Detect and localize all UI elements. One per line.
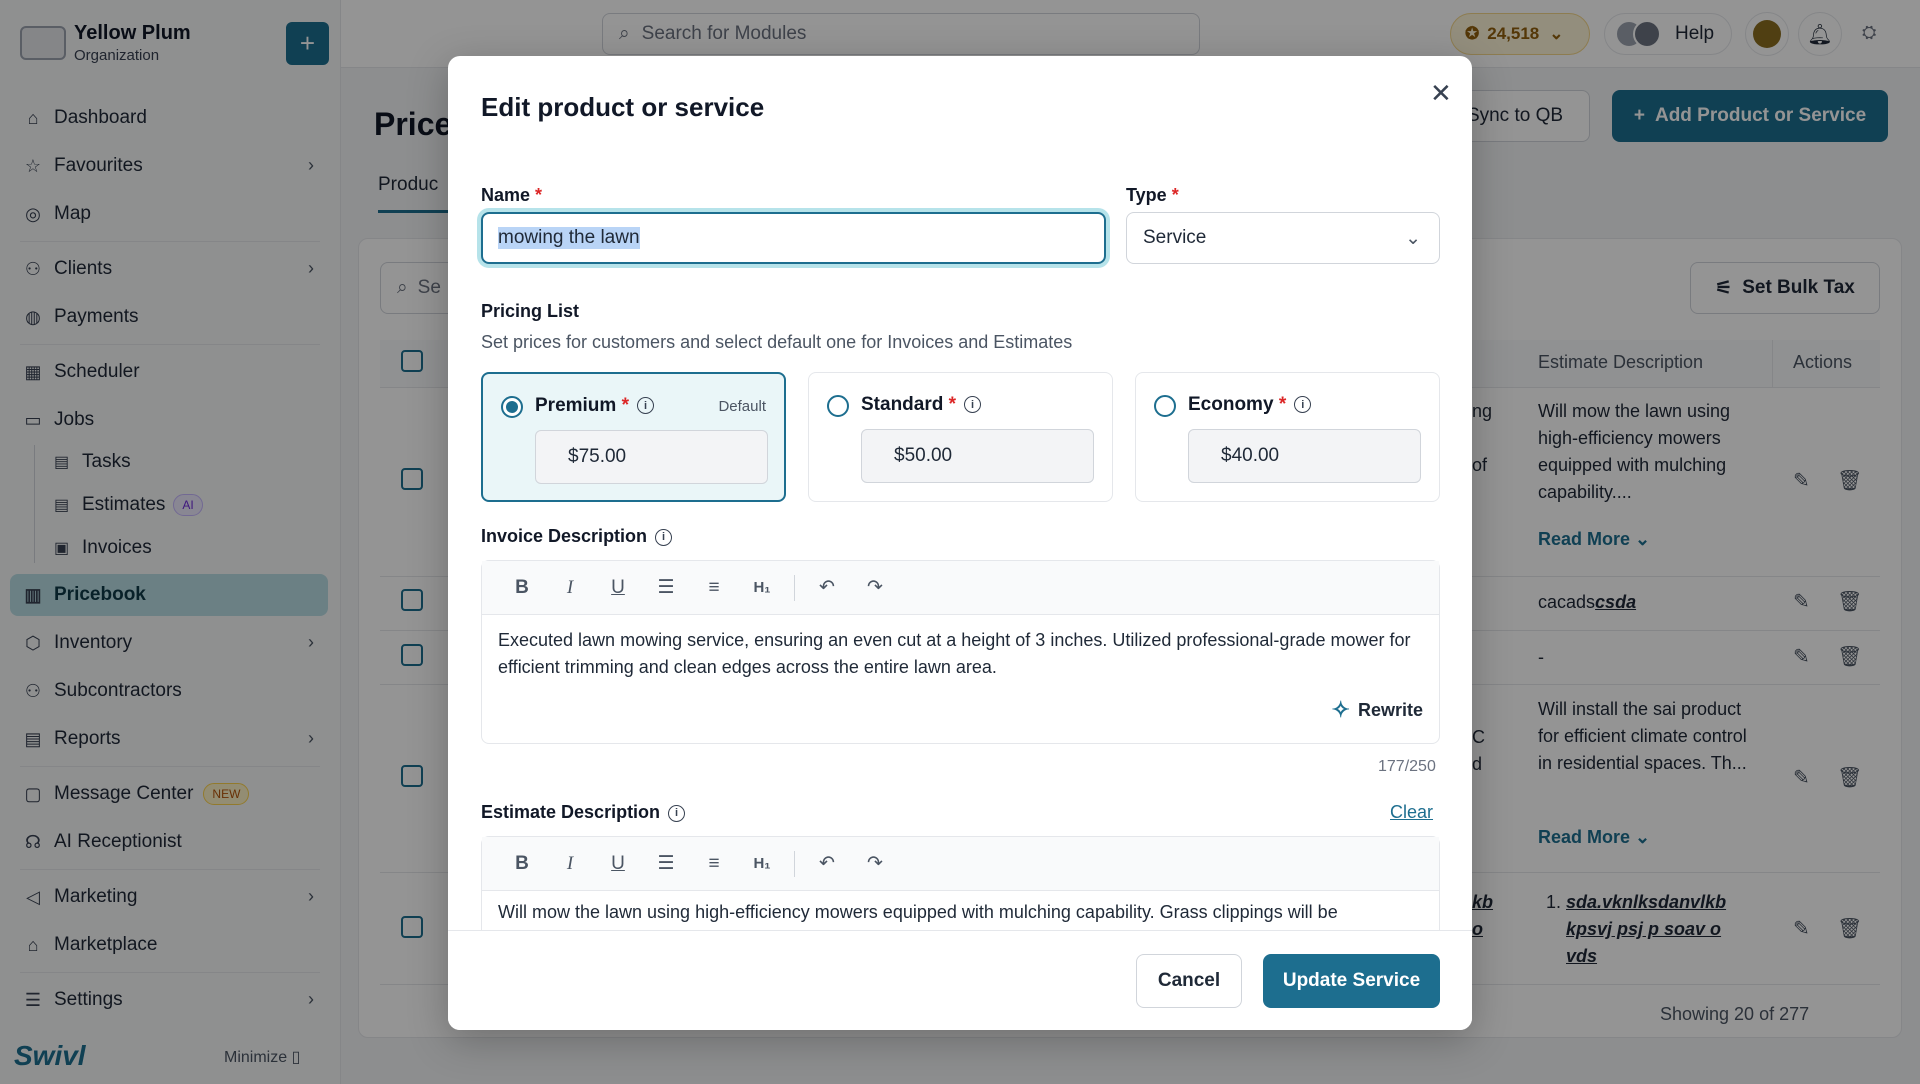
tier-name: Economy * i bbox=[1188, 394, 1312, 416]
redo-icon[interactable]: ↷ bbox=[851, 852, 899, 875]
economy-price-input[interactable]: $40.00 bbox=[1188, 429, 1421, 483]
info-icon[interactable]: i bbox=[637, 397, 654, 415]
pricing-list-subtitle: Set prices for customers and select defa… bbox=[481, 332, 1073, 352]
chevron-down-icon: ⌄ bbox=[1405, 228, 1421, 249]
default-label: Default bbox=[718, 398, 766, 415]
invoice-description-editor[interactable]: B I U ☰ ≡ H₁ ↶ ↷ Executed lawn mowing se… bbox=[481, 560, 1440, 744]
type-select[interactable]: Service ⌄ bbox=[1126, 212, 1440, 264]
edit-product-modal: Edit product or service ✕ Name * mowing … bbox=[448, 56, 1472, 1030]
sparkle-icon: ✧ bbox=[1331, 697, 1350, 722]
estimate-description-text[interactable]: Will mow the lawn using high-efficiency … bbox=[498, 899, 1418, 926]
standard-radio[interactable] bbox=[827, 395, 849, 417]
required-marker: * bbox=[1278, 394, 1287, 415]
update-service-button[interactable]: Update Service bbox=[1263, 954, 1440, 1008]
estimate-label-text: Estimate Description bbox=[481, 802, 661, 822]
name-label-text: Name bbox=[481, 185, 531, 205]
cancel-button[interactable]: Cancel bbox=[1136, 954, 1242, 1008]
heading-icon[interactable]: H₁ bbox=[738, 855, 786, 872]
standard-price-input[interactable]: $50.00 bbox=[861, 429, 1094, 483]
estimate-description-label: Estimate Description i bbox=[481, 802, 686, 823]
pricing-list-title: Pricing List bbox=[481, 301, 580, 321]
type-label-text: Type bbox=[1126, 185, 1167, 205]
info-icon[interactable]: i bbox=[655, 528, 673, 546]
editor-toolbar: B I U ☰ ≡ H₁ ↶ ↷ bbox=[482, 561, 1439, 615]
required-marker: * bbox=[621, 395, 629, 416]
info-icon[interactable]: i bbox=[964, 396, 982, 414]
info-icon[interactable]: i bbox=[668, 804, 686, 822]
price-tier-premium[interactable]: Premium * i Default $75.00 bbox=[481, 372, 786, 502]
underline-icon[interactable]: U bbox=[594, 853, 642, 875]
bullet-list-icon[interactable]: ☰ bbox=[642, 576, 690, 599]
tier-name-text: Premium bbox=[535, 395, 617, 416]
modal-title: Edit product or service bbox=[481, 92, 765, 122]
info-icon[interactable]: i bbox=[1294, 396, 1312, 414]
undo-icon[interactable]: ↶ bbox=[803, 852, 851, 875]
bold-icon[interactable]: B bbox=[498, 853, 546, 875]
numbered-list-icon[interactable]: ≡ bbox=[690, 577, 738, 599]
italic-icon[interactable]: I bbox=[546, 853, 594, 875]
character-counter: 177/250 bbox=[1378, 758, 1436, 775]
italic-icon[interactable]: I bbox=[546, 577, 594, 599]
required-marker: * bbox=[535, 185, 543, 205]
undo-icon[interactable]: ↶ bbox=[803, 576, 851, 599]
tier-name-text: Standard bbox=[861, 394, 944, 415]
underline-icon[interactable]: U bbox=[594, 577, 642, 599]
required-marker: * bbox=[1171, 185, 1179, 205]
tier-name: Premium * i bbox=[535, 395, 654, 417]
premium-radio[interactable] bbox=[501, 396, 523, 418]
clear-link[interactable]: Clear bbox=[1390, 802, 1433, 823]
type-select-value: Service bbox=[1143, 227, 1207, 248]
rewrite-button[interactable]: ✧ Rewrite bbox=[1332, 697, 1423, 723]
heading-icon[interactable]: H₁ bbox=[738, 579, 786, 596]
tier-name-text: Economy bbox=[1188, 394, 1274, 415]
close-icon[interactable]: ✕ bbox=[1430, 78, 1452, 109]
redo-icon[interactable]: ↷ bbox=[851, 576, 899, 599]
name-input-value: mowing the lawn bbox=[498, 227, 640, 249]
price-tier-economy[interactable]: Economy * i $40.00 bbox=[1135, 372, 1440, 502]
bold-icon[interactable]: B bbox=[498, 577, 546, 599]
tier-name: Standard * i bbox=[861, 394, 982, 416]
price-tier-standard[interactable]: Standard * i $50.00 bbox=[808, 372, 1113, 502]
toolbar-separator bbox=[794, 574, 795, 601]
editor-toolbar: B I U ☰ ≡ H₁ ↶ ↷ bbox=[482, 837, 1439, 891]
name-input[interactable]: mowing the lawn bbox=[481, 212, 1106, 264]
invoice-description-text[interactable]: Executed lawn mowing service, ensuring a… bbox=[498, 627, 1418, 681]
invoice-description-label: Invoice Description i bbox=[481, 526, 673, 547]
required-marker: * bbox=[948, 394, 957, 415]
invoice-label-text: Invoice Description bbox=[481, 526, 648, 546]
economy-radio[interactable] bbox=[1154, 395, 1176, 417]
premium-price-input[interactable]: $75.00 bbox=[535, 430, 768, 484]
rewrite-label: Rewrite bbox=[1357, 699, 1423, 720]
type-label: Type * bbox=[1126, 185, 1179, 206]
bullet-list-icon[interactable]: ☰ bbox=[642, 852, 690, 875]
name-label: Name * bbox=[481, 185, 542, 206]
numbered-list-icon[interactable]: ≡ bbox=[690, 853, 738, 875]
toolbar-separator bbox=[794, 850, 795, 877]
